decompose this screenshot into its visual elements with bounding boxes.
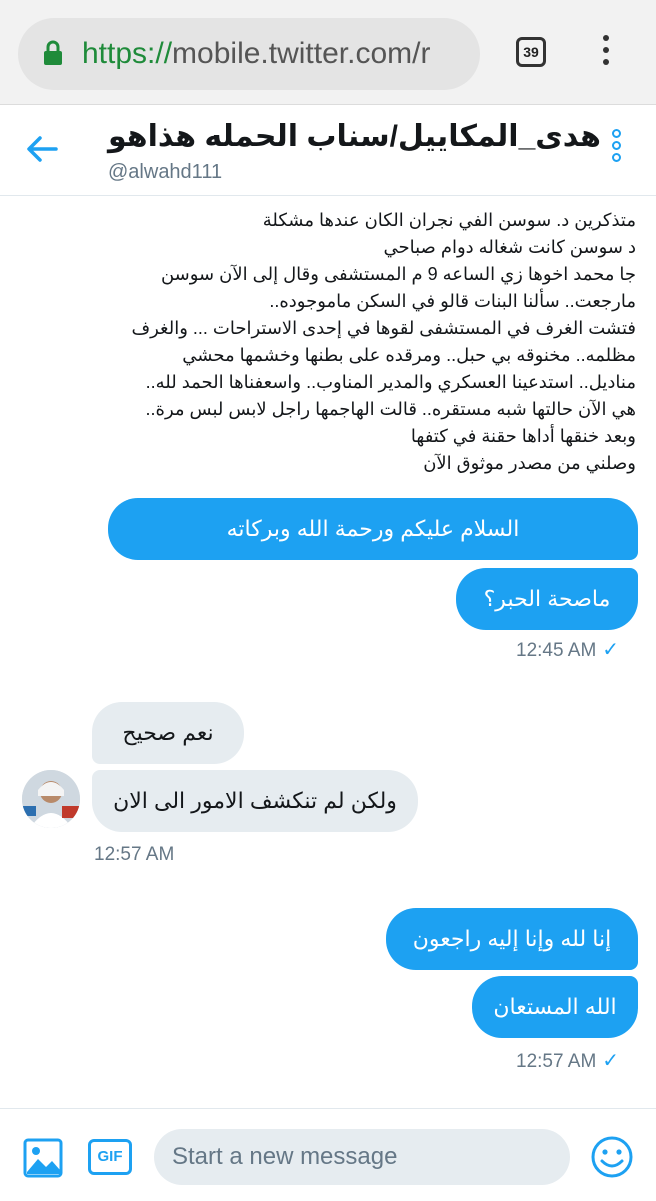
address-bar[interactable]: https://mobile.twitter.com/r (18, 18, 480, 90)
message-text: السلام عليكم ورحمة الله وبركاته (226, 516, 520, 541)
outgoing-message-bubble[interactable]: إنا لله وإنا إليه راجعون (386, 908, 638, 970)
outgoing-message-bubble[interactable]: ماصحة الحبر؟ (456, 568, 638, 630)
emoji-icon[interactable] (590, 1135, 634, 1179)
message-text: الله المستعان (493, 994, 617, 1019)
image-icon[interactable] (22, 1137, 64, 1179)
url-text: https://mobile.twitter.com/r (82, 37, 430, 71)
timestamp-text: 12:57 AM (516, 1051, 597, 1072)
message-input[interactable] (154, 1129, 570, 1185)
quoted-text-line: د سوسن كانت شغاله دوام صباحي (383, 237, 637, 257)
read-check-icon: ✓ (602, 1050, 620, 1072)
message-text: ماصحة الحبر؟ (483, 586, 611, 611)
quoted-text-line: وصلني من مصدر موثوق الآن (423, 453, 636, 473)
outgoing-message-bubble[interactable]: الله المستعان (472, 976, 638, 1038)
url-scheme: https:// (82, 37, 173, 70)
back-arrow-icon[interactable] (24, 131, 60, 167)
quoted-text-line: مناديل.. استدعينا العسكري والمدير المناو… (145, 372, 636, 392)
compose-bar: GIF (0, 1108, 656, 1201)
quoted-text-line: جا محمد اخوها زي الساعه 9 م المستشفى وقا… (160, 264, 636, 284)
conversation-handle: @alwahd111 (108, 161, 223, 183)
quoted-text-line: متذكرين د. سوسن الفي نجران الكان عندها م… (262, 210, 636, 230)
conversation-header: هدى_المكاييل/سناب الحمله هذاهو @alwahd11… (0, 105, 656, 196)
avatar[interactable] (22, 770, 80, 828)
read-check-icon: ✓ (602, 639, 620, 661)
message-timestamp: 12:45 AM ✓ (516, 637, 619, 662)
outgoing-message-bubble[interactable]: السلام عليكم ورحمة الله وبركاته (108, 498, 638, 560)
quoted-text-line: مارجعت.. سألنا البنات قالو في السكن مامو… (269, 291, 636, 311)
tab-switcher-button[interactable]: 39 (516, 37, 546, 67)
more-options-icon[interactable] (608, 129, 624, 173)
quoted-text-line: مظلمه.. مخنوقه بي حبل.. ومرقده على بطنها… (182, 345, 636, 365)
message-timestamp: 12:57 AM (94, 844, 175, 865)
timestamp-text: 12:45 AM (516, 640, 597, 661)
url-host: mobile.twitter.com/r (172, 37, 431, 70)
quoted-text-line: وبعد خنقها أداها حقنة في كتفها (410, 426, 636, 446)
gif-icon[interactable]: GIF (88, 1139, 132, 1175)
kebab-menu-icon[interactable] (596, 35, 616, 71)
conversation-title: هدى_المكاييل/سناب الحمله هذاهو (108, 120, 601, 153)
message-text: نعم صحيح (122, 720, 214, 745)
browser-toolbar: https://mobile.twitter.com/r 39 (0, 0, 656, 105)
message-text: ولكن لم تنكشف الامور الى الان (113, 788, 397, 813)
quoted-text-line: فتشت الغرف في المستشفى لقوها في إحدى الا… (131, 318, 636, 338)
avatar-image (22, 770, 80, 828)
incoming-message-bubble[interactable]: نعم صحيح (92, 702, 244, 764)
quoted-text-line: هي الآن حالتها شبه مستقره.. قالت الهاجمه… (145, 399, 636, 419)
message-text: إنا لله وإنا إليه راجعون (412, 926, 612, 951)
incoming-message-bubble[interactable]: ولكن لم تنكشف الامور الى الان (92, 770, 418, 832)
message-timestamp: 12:57 AM ✓ (516, 1048, 619, 1073)
lock-icon (44, 40, 62, 65)
